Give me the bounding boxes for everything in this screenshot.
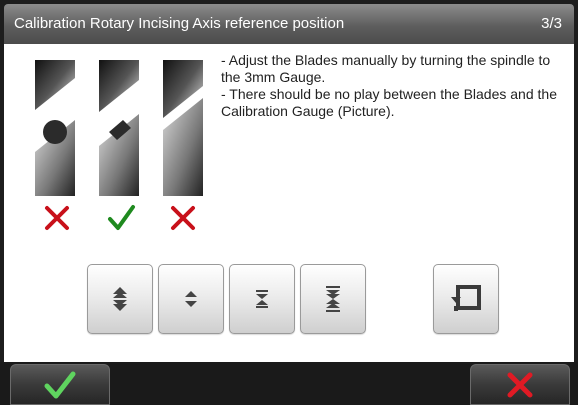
check-icon xyxy=(44,371,76,398)
instructions-text: - Adjust the Blades manually by turning … xyxy=(221,52,561,120)
dialog-title: Calibration Rotary Incising Axis referen… xyxy=(14,15,345,32)
title-bar: Calibration Rotary Incising Axis referen… xyxy=(4,4,574,44)
double-collapse-icon xyxy=(326,286,340,312)
close-icon xyxy=(507,372,533,397)
cancel-button[interactable] xyxy=(470,364,570,405)
instruction-line: - There should be no play between the Bl… xyxy=(221,86,557,119)
expand-icon xyxy=(185,291,197,307)
correct-mark-icon xyxy=(108,205,135,230)
double-collapse-button[interactable] xyxy=(300,264,366,334)
incorrect-mark-icon xyxy=(171,206,195,230)
footer-bar xyxy=(0,362,578,405)
calibration-dialog: Calibration Rotary Incising Axis referen… xyxy=(0,0,578,405)
blade-illustration-no-gauge xyxy=(163,60,203,196)
double-expand-button[interactable] xyxy=(87,264,153,334)
page-indicator: 3/3 xyxy=(541,15,562,32)
collapse-button[interactable] xyxy=(229,264,295,334)
collapse-icon xyxy=(256,290,268,308)
expand-button[interactable] xyxy=(158,264,224,334)
confirm-button[interactable] xyxy=(10,364,110,405)
blade-illustration-round-gauge xyxy=(35,60,75,196)
content-area: - Adjust the Blades manually by turning … xyxy=(4,44,574,362)
incorrect-mark-icon xyxy=(45,206,69,230)
instruction-line: - Adjust the Blades manually by turning … xyxy=(221,52,551,85)
blade-illustration-rect-gauge xyxy=(99,60,139,196)
reset-position-button[interactable] xyxy=(433,264,499,334)
double-expand-icon xyxy=(113,287,127,311)
reset-icon xyxy=(451,285,481,311)
